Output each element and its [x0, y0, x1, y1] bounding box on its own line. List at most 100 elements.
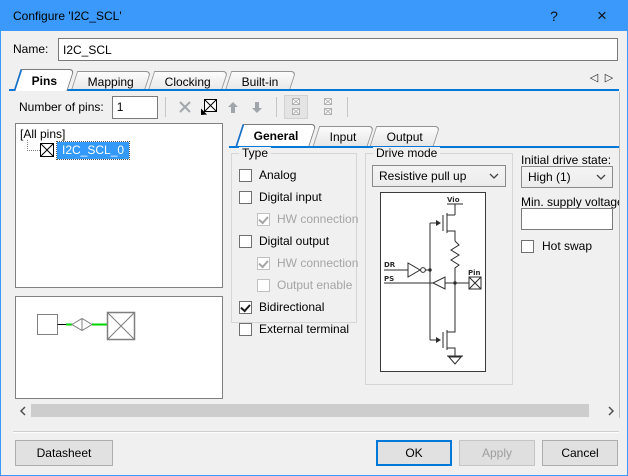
toolbar-separator: [347, 97, 348, 117]
drive-mode-value: Resistive pull up: [379, 169, 466, 183]
output-enable-checkbox: [257, 279, 270, 292]
scroll-right-icon[interactable]: [603, 403, 619, 418]
chevron-down-icon: [489, 173, 499, 179]
tab-mapping[interactable]: Mapping: [71, 71, 152, 91]
digital-output-checkbox[interactable]: [239, 235, 252, 248]
hot-swap-row[interactable]: Hot swap: [521, 239, 592, 253]
configure-pin-dialog: Configure 'I2C_SCL' ? × Name: Pins Mappin…: [0, 0, 628, 476]
scroll-left-icon[interactable]: [15, 403, 31, 418]
pin-settings-panel: General Input Output Type Analog Digital in…: [229, 123, 619, 400]
checkbox-row-digital-output[interactable]: Digital output: [232, 230, 356, 252]
tab-underline: [9, 89, 619, 91]
checkbox-row-external-terminal[interactable]: External terminal: [232, 318, 356, 340]
hot-swap-checkbox[interactable]: [521, 240, 534, 253]
sub-tab-strip: General Input Output: [239, 124, 440, 146]
diagram-pin-label: Pin: [468, 269, 481, 277]
tab-built-in[interactable]: Built-in: [225, 71, 296, 91]
pin-box-icon: [40, 143, 54, 157]
initial-drive-state-select[interactable]: High (1): [521, 166, 613, 188]
horizontal-scrollbar[interactable]: [15, 403, 619, 418]
delete-pin-icon: [173, 95, 197, 119]
ok-button[interactable]: OK: [376, 440, 452, 466]
number-of-pins-label: Number of pins:: [19, 100, 104, 114]
tab-label: General: [254, 125, 299, 147]
datasheet-button[interactable]: Datasheet: [15, 440, 113, 466]
hw-connection-checkbox: [257, 213, 270, 226]
button-row-divider: [13, 431, 619, 433]
close-button[interactable]: ×: [585, 1, 619, 31]
tree-connector: [27, 140, 40, 151]
checkbox-row-analog[interactable]: Analog: [232, 164, 356, 186]
chevron-down-icon: [596, 174, 606, 180]
checkbox-label: Digital output: [259, 234, 329, 248]
window-title: Configure 'I2C_SCL': [13, 1, 122, 31]
checkbox-label: Analog: [259, 168, 296, 182]
main-tab-strip: Pins MappingClockingBuilt-in: [17, 69, 296, 91]
tab-label: Pins: [32, 70, 57, 92]
interleave-pins-icon: [284, 95, 308, 119]
tab-label: Input: [329, 127, 356, 147]
tab-clocking[interactable]: Clocking: [148, 71, 229, 91]
checkbox-row-hw-connection: HW connection: [232, 252, 356, 274]
drive-mode-group: Drive mode Resistive pull up: [365, 153, 513, 385]
pins-toolbar: Number of pins:: [11, 93, 355, 121]
pin-tree-panel: [All pins] I2C_SCL_0: [15, 123, 223, 288]
type-group-title: Type: [239, 147, 271, 160]
bidirectional-checkbox[interactable]: [239, 301, 252, 314]
subtab-input[interactable]: Input: [312, 126, 373, 146]
edit-pin-icon[interactable]: [197, 95, 221, 119]
diagram-ps-label: PS: [384, 275, 394, 283]
type-group: Type AnalogDigital inputHW connectionDig…: [231, 153, 357, 323]
checkbox-row-digital-input[interactable]: Digital input: [232, 186, 356, 208]
hw-connection-checkbox: [257, 257, 270, 270]
cancel-button[interactable]: Cancel: [542, 440, 618, 466]
checkbox-row-output-enable: Output enable: [232, 274, 356, 296]
type-checkbox-list: Analog Digital input HW connection Digital …: [232, 164, 356, 340]
checkbox-label: HW connection: [277, 212, 358, 226]
pair-pins-icon: [316, 95, 340, 119]
initial-drive-state-label: Initial drive state:: [521, 153, 619, 167]
digital-input-checkbox[interactable]: [239, 191, 252, 204]
toolbar-separator: [276, 97, 277, 117]
checkbox-row-hw-connection: HW connection: [232, 208, 356, 230]
scrollbar-thumb[interactable]: [31, 404, 589, 417]
external-terminal-checkbox[interactable]: [239, 323, 252, 336]
min-supply-voltage-label: Min. supply voltage:: [521, 195, 619, 209]
title-bar: Configure 'I2C_SCL' ? ×: [1, 1, 627, 31]
analog-checkbox[interactable]: [239, 169, 252, 182]
name-input[interactable]: [58, 38, 618, 61]
checkbox-label: HW connection: [277, 256, 358, 270]
checkbox-label: External terminal: [259, 322, 349, 336]
drive-mode-select[interactable]: Resistive pull up: [372, 165, 506, 187]
panel-right-edge: [619, 92, 620, 418]
pin-symbol-preview: [16, 297, 222, 398]
drive-mode-title: Drive mode: [373, 147, 440, 160]
tab-pins[interactable]: Pins: [13, 69, 74, 91]
diagram-dr-label: DR: [384, 261, 396, 269]
diagram-vio-label: Vio: [447, 196, 460, 204]
drive-mode-diagram: Vio DR PS Pin: [380, 192, 486, 372]
number-of-pins-input[interactable]: [112, 96, 158, 119]
subtab-output[interactable]: Output: [370, 126, 441, 146]
tree-item-pin[interactable]: I2C_SCL_0: [16, 142, 222, 160]
hot-swap-label: Hot swap: [542, 239, 592, 253]
name-label: Name:: [13, 38, 48, 61]
checkbox-label: Digital input: [259, 190, 322, 204]
toolbar-separator: [165, 97, 166, 117]
tree-selected-label: I2C_SCL_0: [57, 142, 129, 159]
checkbox-label: Output enable: [277, 278, 352, 292]
help-button[interactable]: ?: [537, 1, 571, 31]
tab-scroll-right-icon[interactable]: ▷: [602, 71, 616, 84]
subtab-general[interactable]: General: [235, 124, 316, 146]
min-supply-voltage-input[interactable]: [521, 208, 613, 230]
tree-root-all-pins[interactable]: [All pins]: [20, 127, 65, 141]
apply-button: Apply: [459, 440, 535, 466]
move-down-icon: [245, 95, 269, 119]
initial-drive-state-value: High (1): [528, 170, 571, 184]
move-up-icon: [221, 95, 245, 119]
checkbox-row-bidirectional[interactable]: Bidirectional: [232, 296, 356, 318]
symbol-preview-panel: [15, 296, 223, 399]
checkbox-label: Bidirectional: [259, 300, 324, 314]
tab-scroll-left-icon[interactable]: ◁: [587, 71, 601, 84]
tab-label: Output: [387, 127, 423, 147]
